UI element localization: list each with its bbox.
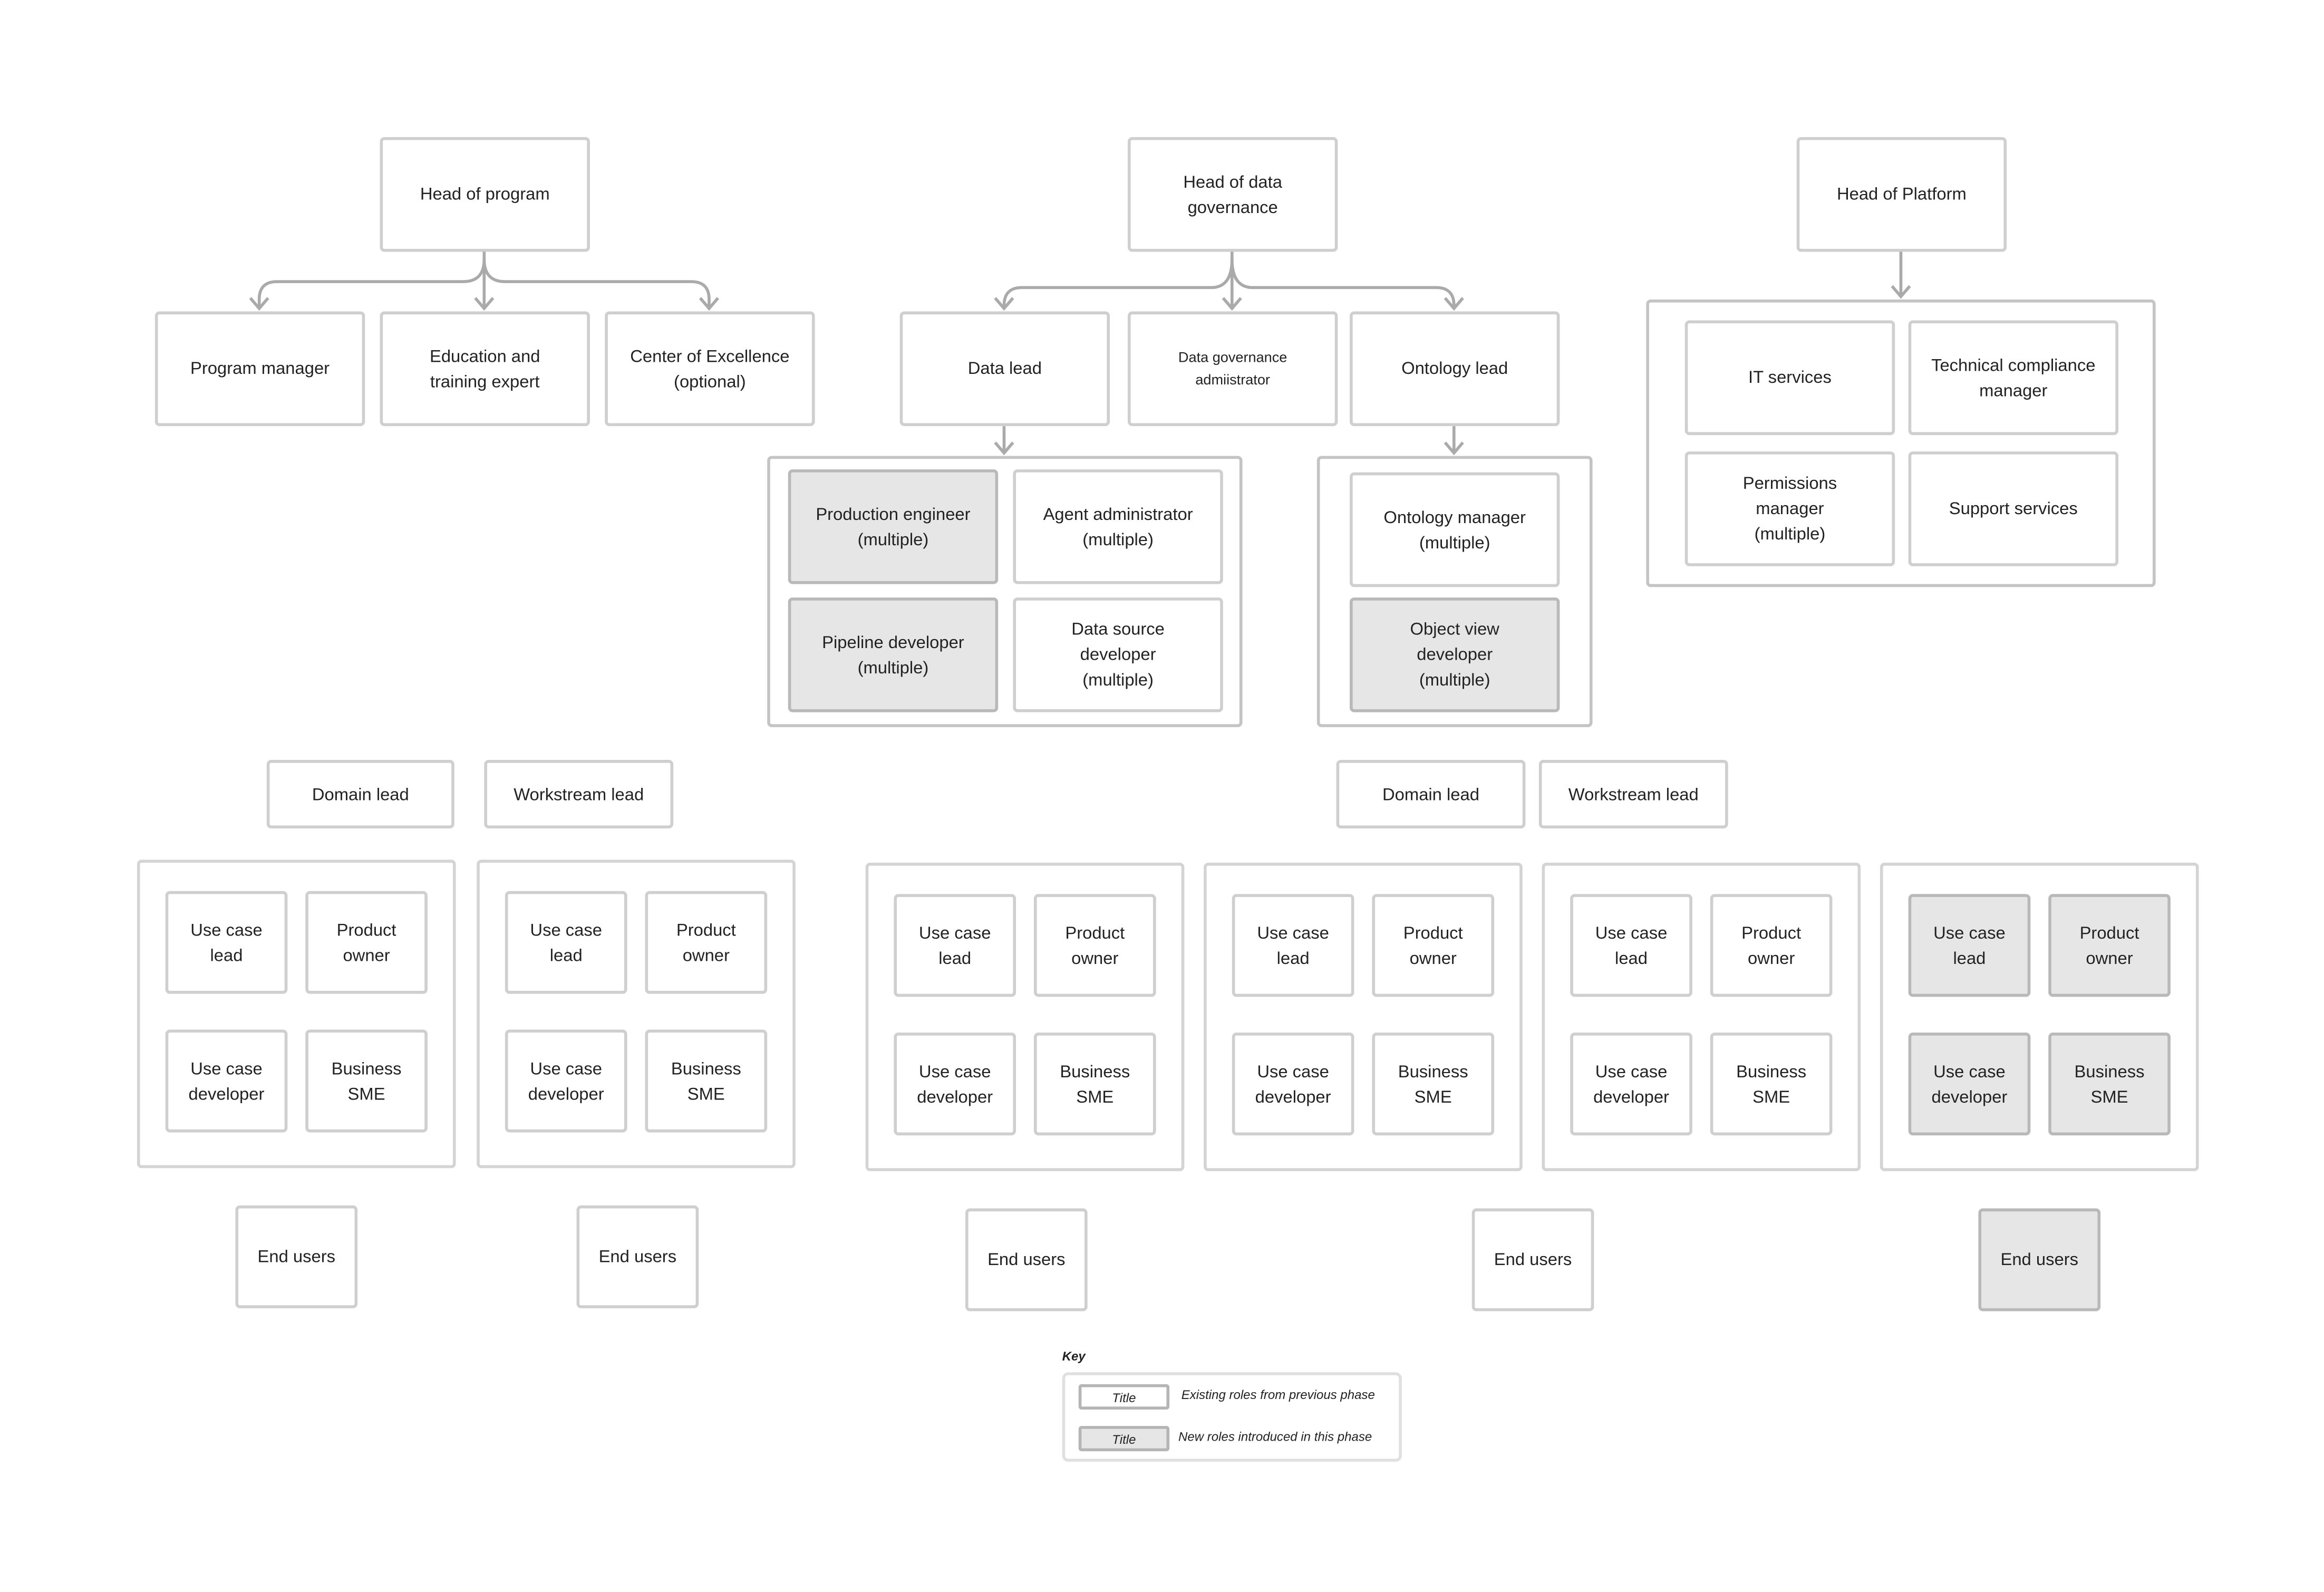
connector-line xyxy=(1230,259,1456,308)
workstream-lead-box[interactable]: Workstream lead xyxy=(484,760,674,829)
use-case-role-box[interactable]: Use case developer xyxy=(1232,1033,1354,1136)
platform-role-box[interactable]: Permissions manager (multiple) xyxy=(1684,451,1895,566)
connector-line xyxy=(1002,259,1234,308)
use-case-role-box[interactable]: Product owner xyxy=(2048,894,2171,997)
use-case-role-box[interactable]: Use case developer xyxy=(894,1033,1016,1136)
governance-role-box[interactable]: Ontology lead xyxy=(1349,311,1560,427)
use-case-role-box[interactable]: Product owner xyxy=(1033,894,1156,997)
use-case-role-box[interactable]: Use case lead xyxy=(165,891,288,994)
program-role-box[interactable]: Education and training expert xyxy=(380,311,590,427)
key-desc-new: New roles introduced in this phase xyxy=(1178,1429,1372,1444)
end-users-box[interactable]: End users xyxy=(1471,1208,1594,1311)
use-case-role-box[interactable]: Product owner xyxy=(1372,894,1495,997)
platform-role-box[interactable]: Support services xyxy=(1908,451,2119,566)
connector-line xyxy=(257,259,486,308)
head-of-program-box[interactable]: Head of program xyxy=(380,137,590,252)
program-role-box[interactable]: Program manager xyxy=(154,311,365,427)
workstream-lead-box[interactable]: Domain lead xyxy=(266,760,454,829)
use-case-role-box[interactable]: Business SME xyxy=(1372,1033,1495,1136)
ontology-role-box[interactable]: Object view developer (multiple) xyxy=(1349,597,1560,712)
use-case-role-box[interactable]: Product owner xyxy=(305,891,428,994)
org-chart: Head of program Head of data governance He… xyxy=(0,0,2324,1591)
use-case-role-box[interactable]: Use case developer xyxy=(1570,1033,1692,1136)
ontology-role-box[interactable]: Ontology manager (multiple) xyxy=(1349,472,1560,587)
use-case-role-box[interactable]: Use case lead xyxy=(894,894,1016,997)
use-case-role-box[interactable]: Use case lead xyxy=(1232,894,1354,997)
key-legend: Title Existing roles from previous phase… xyxy=(1062,1372,1402,1462)
key-sample-new: Title xyxy=(1078,1426,1170,1452)
data-lead-role-box[interactable]: Pipeline developer (multiple) xyxy=(788,597,999,712)
data-lead-role-box[interactable]: Data source developer (multiple) xyxy=(1013,597,1223,712)
end-users-box[interactable]: End users xyxy=(576,1205,699,1308)
workstream-lead-box[interactable]: Domain lead xyxy=(1336,760,1526,829)
use-case-role-box[interactable]: Business SME xyxy=(1033,1033,1156,1136)
use-case-role-box[interactable]: Product owner xyxy=(1710,894,1833,997)
workstream-lead-box[interactable]: Workstream lead xyxy=(1538,760,1728,829)
data-lead-role-box[interactable]: Production engineer (multiple) xyxy=(788,469,999,584)
use-case-role-box[interactable]: Business SME xyxy=(645,1029,768,1133)
use-case-role-box[interactable]: Use case developer xyxy=(1908,1033,2031,1136)
end-users-box[interactable]: End users xyxy=(1978,1208,2101,1311)
data-lead-role-box[interactable]: Agent administrator (multiple) xyxy=(1013,469,1223,584)
key-sample-existing: Title xyxy=(1078,1384,1170,1410)
use-case-role-box[interactable]: Use case lead xyxy=(505,891,627,994)
use-case-role-box[interactable]: Use case developer xyxy=(165,1029,288,1133)
key-title: Key xyxy=(1062,1348,1086,1364)
program-role-box[interactable]: Center of Excellence (optional) xyxy=(605,311,815,427)
platform-role-box[interactable]: IT services xyxy=(1684,320,1895,436)
governance-role-box[interactable]: Data governance admiistrator xyxy=(1127,311,1338,427)
governance-role-box[interactable]: Data lead xyxy=(899,311,1110,427)
end-users-box[interactable]: End users xyxy=(235,1205,358,1308)
use-case-role-box[interactable]: Business SME xyxy=(2048,1033,2171,1136)
use-case-role-box[interactable]: Use case lead xyxy=(1908,894,2031,997)
platform-role-box[interactable]: Technical compliance manager xyxy=(1908,320,2119,436)
use-case-role-box[interactable]: Use case developer xyxy=(505,1029,627,1133)
head-of-platform-box[interactable]: Head of Platform xyxy=(1796,137,2007,252)
use-case-role-box[interactable]: Business SME xyxy=(305,1029,428,1133)
head-of-data-governance-box[interactable]: Head of data governance xyxy=(1127,137,1338,252)
use-case-role-box[interactable]: Product owner xyxy=(645,891,768,994)
key-desc-existing: Existing roles from previous phase xyxy=(1181,1387,1375,1402)
use-case-role-box[interactable]: Use case lead xyxy=(1570,894,1692,997)
end-users-box[interactable]: End users xyxy=(965,1208,1088,1311)
use-case-role-box[interactable]: Business SME xyxy=(1710,1033,1833,1136)
connector-line xyxy=(482,259,711,308)
